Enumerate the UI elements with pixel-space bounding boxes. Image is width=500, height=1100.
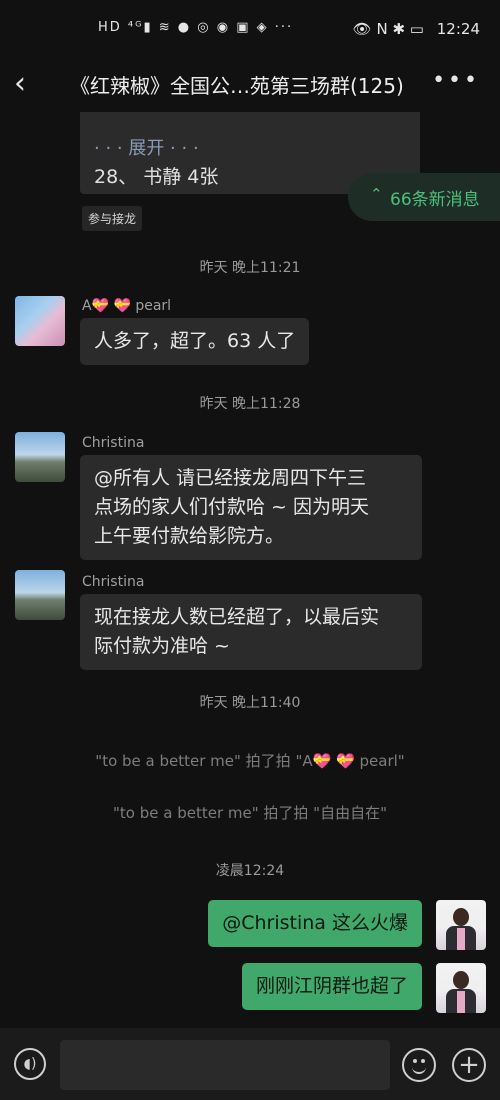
message-text: 刚刚江阴群也超了: [255, 975, 408, 997]
status-icons-left: HD ⁴ᴳ▮ ≋ ● ◎ ◉ ▣ ◈ ···: [98, 20, 294, 35]
back-icon[interactable]: ‹: [14, 66, 26, 101]
timestamp: 昨天 晚上11:21: [199, 260, 301, 276]
chat-title[interactable]: 《红辣椒》全国公…苑第三场群(125): [70, 70, 404, 99]
my-message-bubble[interactable]: @Christina 这么火爆: [208, 900, 422, 947]
message-line: 现在接龙人数已经超了，以最后实: [94, 606, 380, 628]
message-line: @所有人 请已经接龙周四下午三: [94, 467, 367, 489]
message-line: 上午要付款给影院方。: [94, 525, 285, 547]
sender-name: Christina: [82, 574, 145, 590]
message-line: 点场的家人们付款哈 ~ 因为明天: [94, 496, 369, 518]
more-icon[interactable]: •••: [432, 68, 480, 93]
message-text: 人多了，超了。63 人了: [94, 330, 296, 352]
message-bubble[interactable]: 人多了，超了。63 人了: [80, 318, 310, 365]
sender-name: A💝 💝 pearl: [82, 298, 172, 314]
emoji-icon[interactable]: [402, 1048, 436, 1082]
avatar[interactable]: [15, 432, 65, 482]
expand-link[interactable]: · · · 展开 · · ·: [94, 134, 199, 160]
system-message: "to be a better me" 拍了拍 "A💝 💝 pearl": [95, 752, 405, 770]
timestamp: 凌晨12:24: [215, 863, 285, 879]
system-message: "to be a better me" 拍了拍 "自由自在": [113, 804, 387, 822]
new-messages-button[interactable]: ⌃ 66条新消息: [348, 173, 500, 221]
voice-icon[interactable]: ◖): [14, 1048, 46, 1080]
double-chevron-up-icon: ⌃: [370, 185, 383, 203]
plus-icon[interactable]: +: [452, 1048, 486, 1082]
status-icons-right: 👁 N ✱ ▭ 12:24: [353, 20, 480, 38]
message-line: 际付款为准哈 ~: [94, 635, 230, 657]
message-input[interactable]: [60, 1040, 390, 1090]
my-message-bubble[interactable]: 刚刚江阴群也超了: [241, 963, 422, 1010]
avatar[interactable]: [15, 296, 65, 346]
join-solitaire-button[interactable]: 参与接龙: [82, 206, 143, 231]
message-text: @Christina 这么火爆: [222, 912, 408, 934]
timestamp: 昨天 晚上11:40: [199, 695, 301, 711]
my-avatar[interactable]: [436, 900, 486, 950]
status-bar: HD ⁴ᴳ▮ ≋ ● ◎ ◉ ▣ ◈ ··· 👁 N ✱ ▭ 12:24: [0, 0, 500, 60]
chat-header: ‹ 《红辣椒》全国公…苑第三场群(125) •••: [0, 60, 500, 108]
message-bubble[interactable]: 现在接龙人数已经超了，以最后实 际付款为准哈 ~: [80, 594, 422, 670]
avatar[interactable]: [15, 570, 65, 620]
my-avatar[interactable]: [436, 963, 486, 1013]
message-bubble[interactable]: @所有人 请已经接龙周四下午三 点场的家人们付款哈 ~ 因为明天 上午要付款给影…: [80, 455, 422, 560]
sender-name: Christina: [82, 435, 145, 451]
status-icons: 👁 N ✱ ▭: [352, 20, 424, 38]
new-messages-label: 66条新消息: [390, 190, 480, 210]
timestamp: 昨天 晚上11:28: [199, 396, 301, 412]
status-time: 12:24: [436, 20, 480, 38]
card-entry: 28、 书静 4张: [94, 166, 219, 188]
input-bar: ◖) +: [0, 1028, 500, 1100]
